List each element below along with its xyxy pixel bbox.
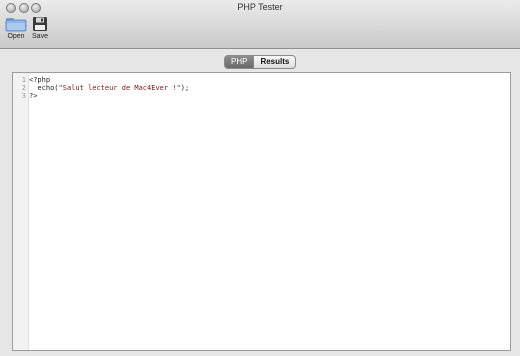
tab-results[interactable]: Results	[253, 56, 295, 68]
save-label: Save	[32, 33, 48, 40]
tab-bar: PHP Results	[224, 55, 297, 69]
code-line: 2 echo("Salut lecteur de Mac4Ever !");	[13, 84, 510, 92]
folder-icon	[5, 18, 27, 32]
line-number: 2	[21, 84, 26, 92]
line-number: 3	[21, 92, 26, 100]
save-button[interactable]: Save	[26, 16, 54, 40]
line-text: <?php	[29, 76, 51, 84]
line-number-gutter	[13, 73, 29, 350]
floppy-disk-icon	[33, 17, 47, 31]
code-line: 3 ?>	[13, 92, 510, 100]
code-editor[interactable]: 1 <?php 2 echo("Salut lecteur de Mac4Eve…	[12, 72, 511, 351]
code-string: "Salut lecteur de Mac4Ever !"	[58, 84, 181, 92]
tab-php[interactable]: PHP	[225, 56, 254, 68]
line-text: ?>	[29, 92, 38, 100]
content-area: PHP Results 1 <?php 2 echo("Salut lecteu…	[0, 49, 520, 356]
code-line: 1 <?php	[13, 76, 510, 84]
code-keyword: echo(	[29, 84, 59, 92]
window-title: PHP Tester	[237, 2, 283, 12]
line-text: echo("Salut lecteur de Mac4Ever !");	[29, 84, 189, 92]
line-number: 1	[21, 76, 26, 84]
code-lines: 1 <?php 2 echo("Salut lecteur de Mac4Eve…	[13, 76, 510, 100]
titlebar-toolbar: PHP Tester Open Save	[0, 0, 520, 49]
code-punctuation: );	[180, 84, 190, 92]
app-window: PHP Tester Open Save PHP Results 1 <?php…	[0, 0, 520, 356]
